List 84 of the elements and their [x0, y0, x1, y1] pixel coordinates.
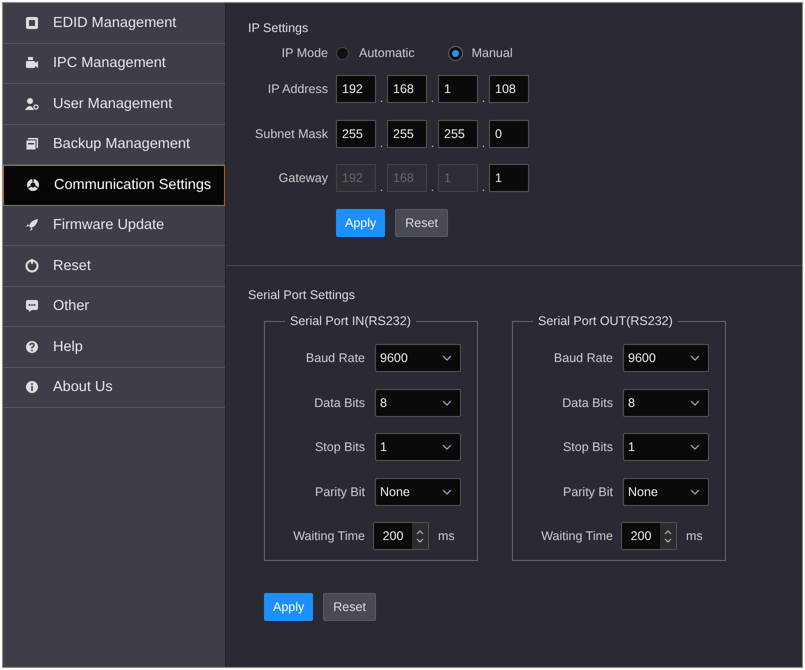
- screen-icon: [25, 16, 39, 30]
- octet-field[interactable]: 192: [336, 75, 376, 104]
- field-label: Baud Rate: [304, 351, 365, 366]
- dropdown[interactable]: 1: [623, 433, 709, 462]
- dropdown[interactable]: 1: [375, 433, 461, 462]
- octet-field[interactable]: 168: [387, 75, 427, 104]
- dropdown[interactable]: None: [375, 478, 461, 506]
- sidebar-item[interactable]: EDID Management: [3, 3, 225, 44]
- up-icon[interactable]: [663, 528, 673, 535]
- separator-dot: .: [430, 93, 436, 104]
- down-icon[interactable]: [415, 538, 425, 544]
- down-icon[interactable]: [663, 538, 673, 544]
- radio-option[interactable]: Manual: [448, 46, 513, 60]
- unit-label: ms: [686, 529, 703, 544]
- group-legend: Serial Port IN(RS232): [285, 314, 416, 328]
- octet-field[interactable]: 0: [489, 120, 529, 148]
- rocket-icon: [25, 218, 39, 232]
- field-label: Parity Bit: [314, 484, 365, 499]
- chevron-down-icon: [442, 355, 452, 362]
- radio-option[interactable]: Automatic: [336, 46, 415, 60]
- radio-button[interactable]: [448, 46, 462, 60]
- field-label: Gateway: [278, 171, 328, 186]
- field-label: Data Bits: [313, 396, 365, 410]
- separator-dot: .: [480, 138, 486, 148]
- dropdown[interactable]: 8: [375, 388, 461, 417]
- sidebar-item[interactable]: User Management: [3, 84, 225, 124]
- field-label: Waiting Time: [540, 529, 613, 544]
- info-icon: [25, 380, 39, 394]
- separator-dot: .: [378, 138, 384, 148]
- reset-button[interactable]: Reset: [323, 593, 376, 621]
- separator-dot: .: [480, 182, 486, 192]
- chevron-down-icon: [442, 444, 452, 450]
- separator-dot: .: [430, 182, 436, 192]
- chevron-down-icon: [442, 488, 452, 495]
- group-legend: Serial Port OUT(RS232): [533, 314, 678, 328]
- field-label: Baud Rate: [552, 351, 613, 366]
- dropdown[interactable]: 9600: [375, 344, 461, 372]
- separator-dot: .: [378, 93, 384, 104]
- help-icon: [25, 340, 39, 354]
- sidebar-item[interactable]: Firmware Update: [3, 206, 225, 246]
- chat-icon: [25, 299, 39, 314]
- octet-field[interactable]: 255: [438, 120, 478, 148]
- sidebar-item[interactable]: Other: [3, 286, 225, 327]
- copy-icon: [25, 137, 39, 152]
- octet-field[interactable]: 255: [336, 120, 376, 148]
- chevron-down-icon: [690, 444, 700, 450]
- octet-field[interactable]: 1: [489, 164, 529, 192]
- field-label: Parity Bit: [562, 484, 613, 499]
- chevron-down-icon: [442, 400, 452, 406]
- unit-label: ms: [438, 529, 455, 544]
- sidebar-item[interactable]: Help: [3, 327, 225, 368]
- reset-button[interactable]: Reset: [395, 208, 448, 237]
- octet-field[interactable]: 255: [387, 120, 427, 148]
- separator-dot: .: [378, 182, 384, 192]
- field-label: Subnet Mask: [254, 126, 328, 141]
- power-icon: [25, 258, 39, 273]
- number-field[interactable]: 200: [373, 522, 429, 550]
- separator-dot: .: [480, 93, 486, 104]
- number-field[interactable]: 200: [621, 522, 677, 550]
- field-label: Data Bits: [561, 396, 613, 410]
- sidebar-item[interactable]: About Us: [3, 368, 225, 408]
- camera-icon: [25, 56, 39, 70]
- dropdown[interactable]: None: [623, 478, 709, 506]
- field-label: IP Mode: [280, 46, 328, 60]
- sidebar-item[interactable]: Communication Settings: [3, 165, 225, 206]
- separator-dot: .: [430, 138, 436, 148]
- sidebar-item[interactable]: IPC Management: [3, 44, 225, 84]
- field-label: IP Address: [266, 82, 328, 96]
- section-title: Serial Port Settings: [248, 288, 356, 302]
- radio-button[interactable]: [336, 46, 349, 60]
- dropdown[interactable]: 9600: [623, 344, 709, 372]
- sidebar-item[interactable]: Reset: [3, 246, 225, 286]
- field-label: Stop Bits: [562, 440, 613, 454]
- user-icon: [25, 96, 39, 111]
- field-label: Stop Bits: [314, 440, 365, 454]
- chevron-down-icon: [690, 488, 700, 495]
- octet-field[interactable]: 108: [489, 75, 529, 104]
- up-icon[interactable]: [415, 528, 425, 535]
- chevron-down-icon: [690, 355, 700, 362]
- octet-field[interactable]: 1: [438, 75, 478, 104]
- dropdown[interactable]: 8: [623, 388, 709, 417]
- field-label: Waiting Time: [292, 529, 365, 544]
- chevron-down-icon: [690, 400, 700, 406]
- section-title: IP Settings: [248, 21, 310, 35]
